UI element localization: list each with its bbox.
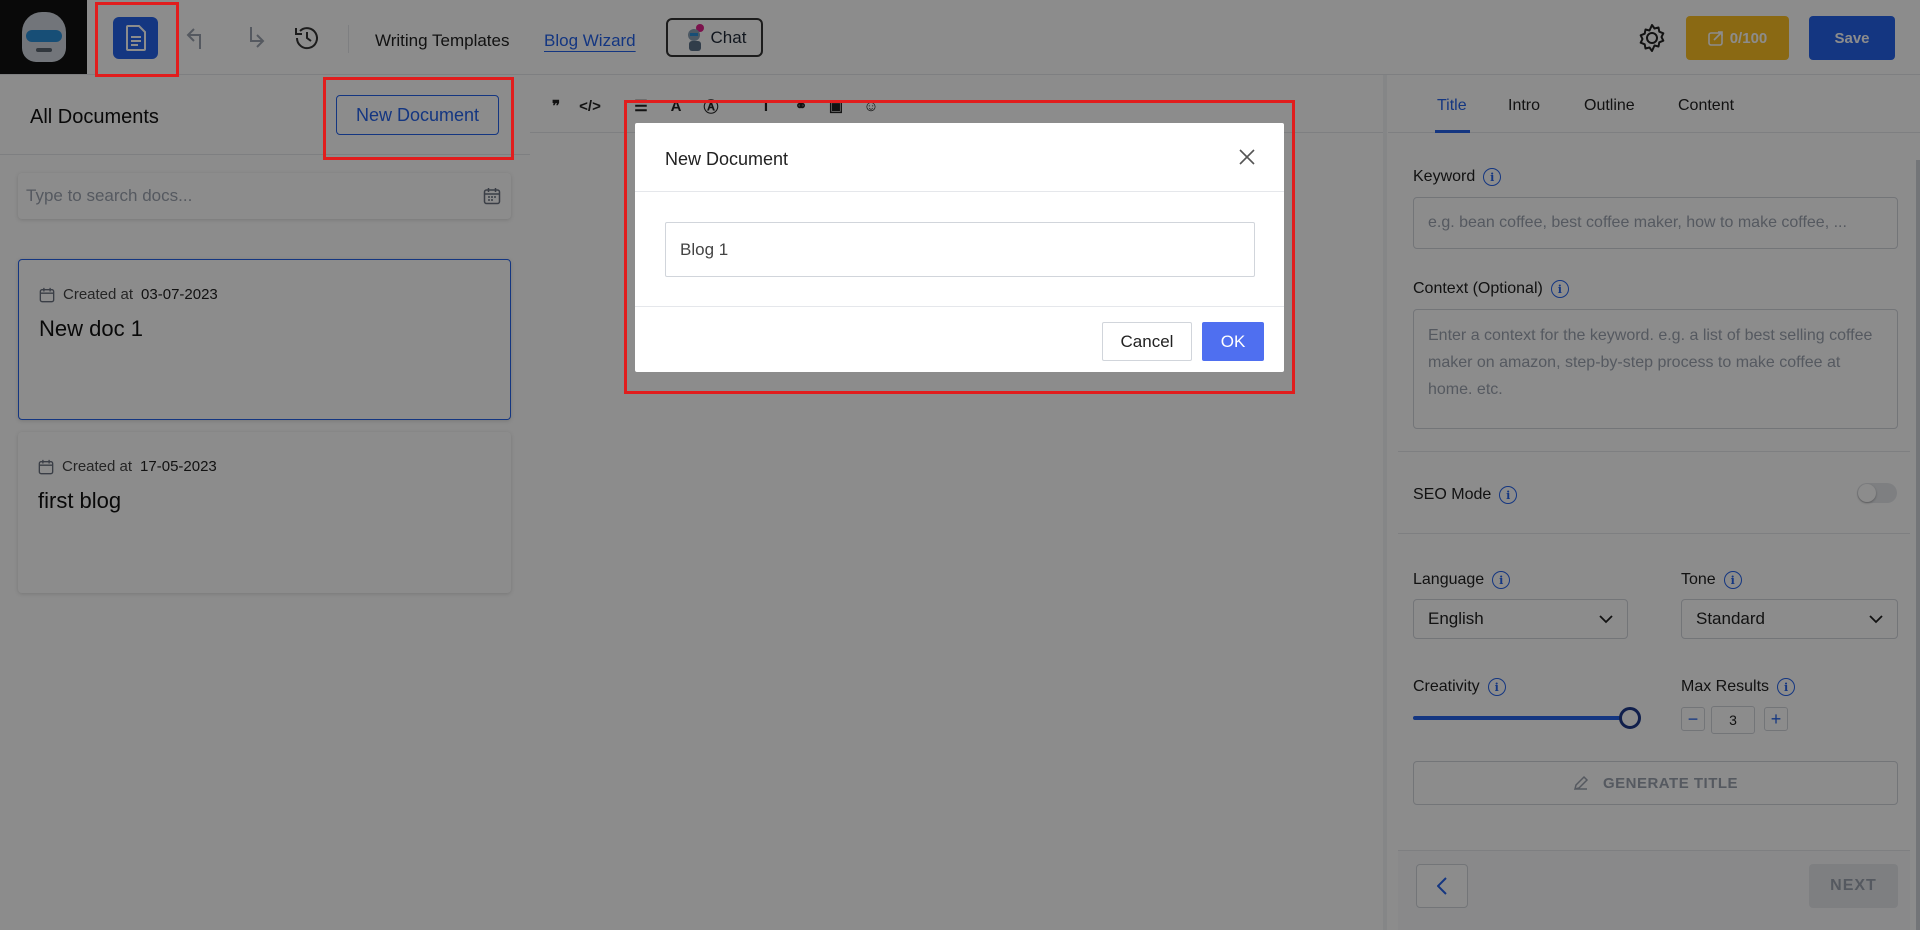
close-icon <box>1239 149 1255 165</box>
ok-button[interactable]: OK <box>1202 322 1264 361</box>
cancel-button[interactable]: Cancel <box>1102 322 1192 361</box>
dialog-header: New Document <box>635 123 1284 192</box>
document-name-input[interactable] <box>665 222 1255 277</box>
new-document-dialog: New Document Cancel OK <box>635 123 1284 372</box>
close-button[interactable] <box>1235 145 1259 169</box>
dialog-title: New Document <box>665 149 789 169</box>
dialog-footer-divider <box>635 306 1284 307</box>
